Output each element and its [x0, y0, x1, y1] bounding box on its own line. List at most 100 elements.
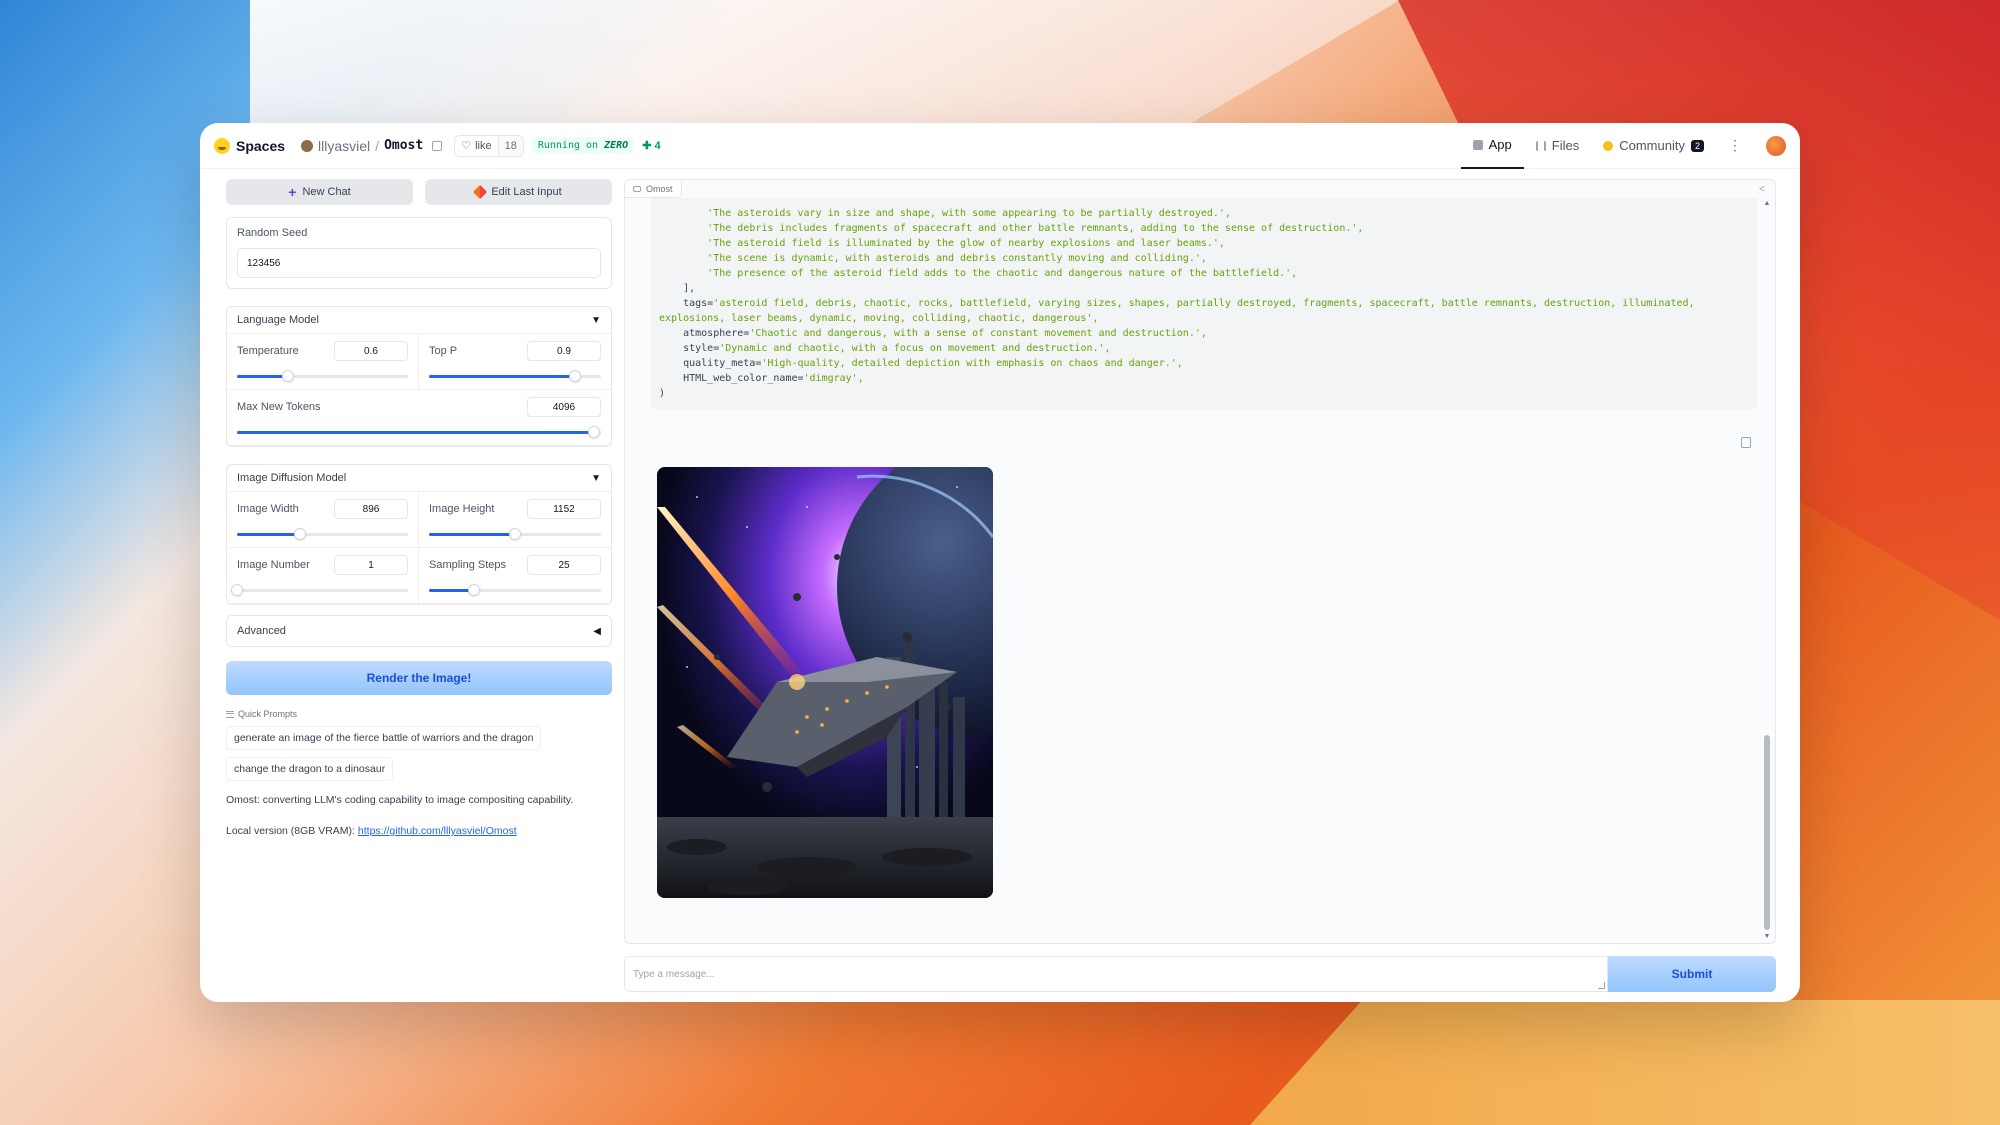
code-string: 'dimgray',: [803, 373, 864, 384]
github-link[interactable]: https://github.com/lllyasviel/Omost: [358, 825, 517, 837]
local-version-note: Local version (8GB VRAM): https://github…: [226, 825, 612, 837]
heart-icon: ♡: [461, 140, 472, 152]
slider-knob[interactable]: [294, 528, 307, 540]
top-p-input[interactable]: 0.9: [527, 341, 601, 361]
code-string: 'Chaotic and dangerous, with a sense of …: [749, 328, 1207, 339]
max-tokens-slider[interactable]: [237, 426, 601, 438]
code-string: 'High-quality, detailed depiction with e…: [761, 358, 1183, 369]
expand-triangle-icon: ◀: [593, 625, 601, 637]
copy-icon[interactable]: [432, 140, 443, 151]
image-height-label: Image Height: [429, 503, 495, 515]
spaces-brand[interactable]: Spaces: [214, 137, 285, 154]
slider-knob[interactable]: [231, 584, 243, 596]
list-icon: [226, 710, 234, 718]
image-width-input[interactable]: 896: [334, 499, 408, 519]
tab-app-label: App: [1488, 137, 1512, 152]
like-label-wrap: ♡ like: [455, 139, 497, 153]
top-p-label: Top P: [429, 345, 458, 357]
code-line: atmosphere='Chaotic and dangerous, with …: [659, 326, 1749, 341]
collapse-triangle-icon: ▼: [591, 472, 601, 484]
slider-knob[interactable]: [282, 370, 295, 382]
seed-input[interactable]: 123456: [237, 248, 601, 278]
code-output-block: 'The asteroids vary in size and shape, w…: [651, 198, 1757, 410]
community-icon: [1603, 140, 1614, 151]
top-p-slider[interactable]: [429, 370, 601, 382]
tab-files-label: Files: [1551, 138, 1580, 153]
chatbot-label: Omost: [625, 180, 682, 198]
sampling-steps-label: Sampling Steps: [429, 559, 507, 571]
slider-knob[interactable]: [587, 426, 600, 438]
temperature-input[interactable]: 0.6: [334, 341, 408, 361]
app-description: Omost: converting LLM's coding capabilit…: [226, 794, 574, 806]
code-line: 'The asteroids vary in size and shape, w…: [659, 206, 1749, 221]
language-model-header[interactable]: Language Model ▼: [227, 307, 611, 333]
message-input[interactable]: Type a message...: [624, 956, 1608, 992]
image-number-slider[interactable]: [231, 584, 408, 596]
plus-icon: ✚: [642, 140, 652, 152]
tab-files[interactable]: Files: [1524, 123, 1591, 169]
files-icon: [1535, 140, 1546, 151]
sampling-steps-control: Sampling Steps 25: [419, 548, 611, 604]
temperature-slider[interactable]: [237, 370, 408, 382]
code-line: explosions, laser beams, dynamic, moving…: [659, 311, 1749, 326]
slider-knob[interactable]: [509, 528, 521, 540]
sampling-steps-slider[interactable]: [429, 584, 601, 596]
repo-path: lllyasviel / Omost: [301, 138, 443, 154]
browser-window: Spaces lllyasviel / Omost ♡ like 18 Runni…: [200, 123, 1800, 1002]
owner-link[interactable]: lllyasviel: [318, 138, 370, 154]
linked-models-count[interactable]: ✚ 4: [642, 139, 660, 152]
share-icon[interactable]: <: [1759, 184, 1765, 195]
slider-knob[interactable]: [467, 584, 480, 596]
top-bar: Spaces lllyasviel / Omost ♡ like 18 Runni…: [200, 123, 1800, 169]
new-chat-label: New Chat: [302, 186, 351, 198]
image-height-slider[interactable]: [429, 528, 601, 540]
message-composer: Type a message... Submit: [624, 956, 1776, 992]
more-options-icon[interactable]: ⋮: [1726, 137, 1744, 154]
message-placeholder: Type a message...: [633, 968, 715, 980]
scroll-down-icon[interactable]: ▼: [1763, 933, 1771, 940]
new-chat-button[interactable]: + New Chat: [226, 179, 413, 205]
generated-image[interactable]: [657, 467, 993, 898]
code-key: atmosphere=: [683, 328, 750, 339]
like-button[interactable]: ♡ like 18: [454, 134, 524, 157]
image-width-slider[interactable]: [237, 528, 408, 540]
language-model-title: Language Model: [237, 314, 319, 326]
chat-scrollbar[interactable]: ▲ ▼: [1763, 200, 1771, 940]
image-diffusion-title: Image Diffusion Model: [237, 472, 347, 484]
sampling-steps-input[interactable]: 25: [527, 555, 601, 575]
quick-prompt-chip[interactable]: generate an image of the fierce battle o…: [226, 726, 542, 750]
image-diffusion-header[interactable]: Image Diffusion Model ▼: [227, 465, 611, 491]
user-avatar[interactable]: [1766, 135, 1786, 156]
image-width-control: Image Width 896: [227, 492, 419, 548]
code-string: 'asteroid field, debris, chaotic, rocks,…: [713, 298, 1695, 309]
top-p-control: Top P 0.9: [419, 334, 611, 390]
chat-icon: [633, 185, 641, 192]
chatbot-panel: 'The asteroids vary in size and shape, w…: [624, 179, 1776, 944]
advanced-accordion[interactable]: Advanced ◀: [226, 615, 612, 647]
image-number-input[interactable]: 1: [334, 555, 408, 575]
code-punct: ): [659, 388, 666, 399]
repo-name-link[interactable]: Omost: [384, 138, 423, 153]
slider-knob[interactable]: [569, 370, 582, 382]
resize-handle-icon[interactable]: [1598, 982, 1605, 989]
scrollbar-thumb[interactable]: [1764, 735, 1770, 930]
code-key: quality_meta=: [683, 358, 762, 369]
code-line: 'The presence of the asteroid field adds…: [659, 266, 1749, 281]
tab-app[interactable]: App: [1460, 123, 1524, 169]
code-line: tags='asteroid field, debris, chaotic, r…: [659, 296, 1749, 311]
edit-last-input-button[interactable]: Edit Last Input: [425, 179, 612, 205]
code-string: 'Dynamic and chaotic, with a focus on mo…: [719, 343, 1111, 354]
max-tokens-input[interactable]: 4096: [527, 397, 601, 417]
temperature-control: Temperature 0.6: [227, 334, 419, 390]
scroll-up-icon[interactable]: ▲: [1763, 200, 1771, 207]
submit-button[interactable]: Submit: [1608, 956, 1776, 992]
render-image-button[interactable]: Render the Image!: [226, 661, 612, 695]
image-height-input[interactable]: 1152: [527, 499, 601, 519]
quick-prompt-chip[interactable]: change the dragon to a dinosaur: [226, 757, 394, 781]
max-tokens-label: Max New Tokens: [237, 401, 321, 413]
copy-message-icon[interactable]: [1741, 437, 1751, 448]
tab-community[interactable]: Community 2: [1591, 123, 1716, 169]
code-string: explosions, laser beams, dynamic, moving…: [659, 313, 1099, 324]
advanced-label: Advanced: [237, 625, 286, 637]
image-number-label: Image Number: [237, 559, 310, 571]
